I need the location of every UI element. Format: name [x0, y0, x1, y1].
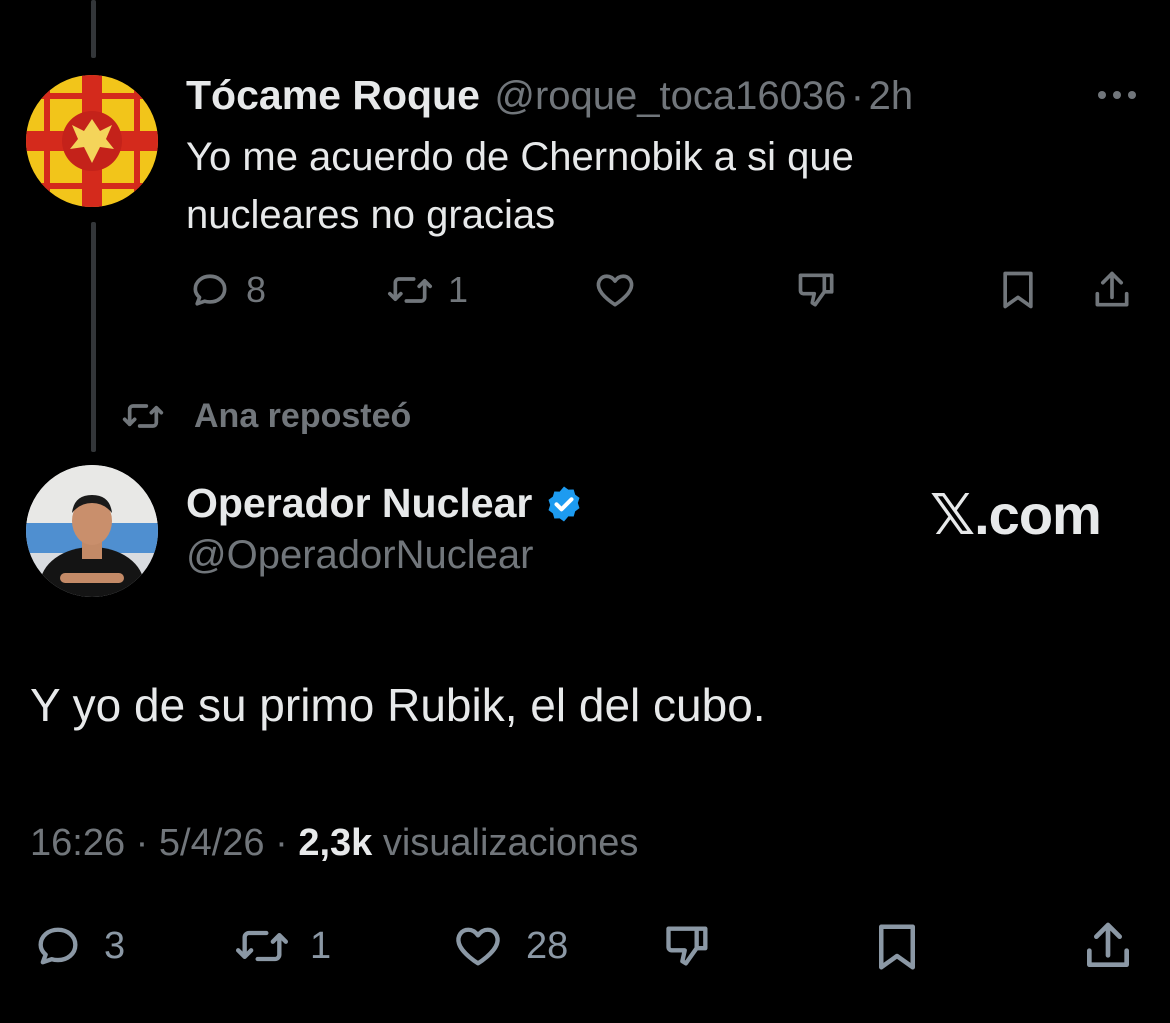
repost-count: 1	[310, 924, 332, 967]
avatar-operador-nuclear[interactable]	[26, 465, 158, 597]
share-icon	[1087, 922, 1129, 967]
repost-button[interactable]: 1	[232, 920, 331, 972]
tweet-metadata: 16:26 · 5/4/26 · 2,3k visualizaciones	[30, 822, 638, 865]
thread-line-middle	[91, 222, 96, 452]
tweet-text-line: Yo me acuerdo de Chernobik a si que	[186, 135, 854, 179]
thread-line-top	[91, 0, 96, 58]
bookmark-icon	[879, 924, 915, 970]
tweet-time[interactable]: 2h	[869, 74, 914, 118]
reply-button[interactable]: 8	[188, 268, 266, 312]
separator-dot: ·	[850, 74, 865, 118]
heart-icon	[596, 274, 634, 307]
tweet-time[interactable]: 16:26	[30, 822, 125, 864]
author-handle[interactable]: @OperadorNuclear	[186, 533, 584, 578]
share-button[interactable]	[1090, 268, 1134, 312]
dislike-button[interactable]	[660, 920, 716, 972]
reply-count: 8	[246, 269, 267, 310]
author-name[interactable]: Tócame Roque	[186, 72, 480, 118]
tweet-header: Tócame Roque @roque_toca16036 · 2h	[186, 72, 913, 119]
reply-count: 3	[104, 924, 126, 967]
repost-button[interactable]: 1	[386, 268, 468, 312]
like-button[interactable]: 28	[448, 920, 568, 972]
repost-count: 1	[448, 269, 469, 310]
avatar-tocame-roque[interactable]	[26, 75, 158, 207]
profile-photo	[26, 465, 158, 597]
tweet-text: Yo me acuerdo de Chernobik a si que nucl…	[186, 128, 854, 244]
share-button[interactable]	[1080, 918, 1136, 974]
bookmark-button[interactable]	[872, 920, 922, 974]
bookmark-button[interactable]	[998, 268, 1038, 312]
author-name[interactable]: Operador Nuclear	[186, 480, 532, 527]
more-dots-icon[interactable]	[1096, 88, 1138, 107]
views-label: visualizaciones	[382, 822, 639, 864]
tweet-text-line: nucleares no gracias	[186, 193, 556, 237]
main-tweet-author: Operador Nuclear @OperadorNuclear	[186, 480, 584, 578]
like-count: 28	[526, 924, 569, 967]
repost-icon	[122, 404, 164, 428]
flag-avatar-image	[26, 75, 158, 207]
thumbs-down-icon	[666, 926, 708, 966]
heart-icon	[456, 927, 500, 966]
repost-label: Ana reposteó	[194, 396, 412, 435]
author-handle[interactable]: @roque_toca16036	[494, 74, 846, 118]
repost-banner[interactable]: Ana reposteó	[120, 396, 411, 436]
repost-icon	[236, 930, 289, 962]
x-com-watermark: 𝕏.com	[930, 483, 1102, 546]
bookmark-icon	[1003, 271, 1033, 309]
separator-dot: ·	[135, 822, 149, 864]
separator-dot: ·	[275, 822, 288, 864]
repost-icon	[388, 277, 432, 303]
reply-icon	[193, 274, 227, 306]
main-tweet-text: Y yo de su primo Rubik, el del cubo.	[30, 679, 766, 731]
views-count: 2,3k	[298, 822, 373, 864]
tweet-date[interactable]: 5/4/26	[159, 822, 265, 864]
reply-button[interactable]: 3	[30, 920, 125, 972]
verified-badge-icon[interactable]	[544, 484, 584, 524]
share-icon	[1095, 271, 1129, 307]
thumbs-down-icon	[798, 273, 834, 307]
like-button[interactable]	[592, 268, 638, 312]
dislike-button[interactable]	[795, 268, 839, 312]
reply-icon	[38, 927, 78, 965]
